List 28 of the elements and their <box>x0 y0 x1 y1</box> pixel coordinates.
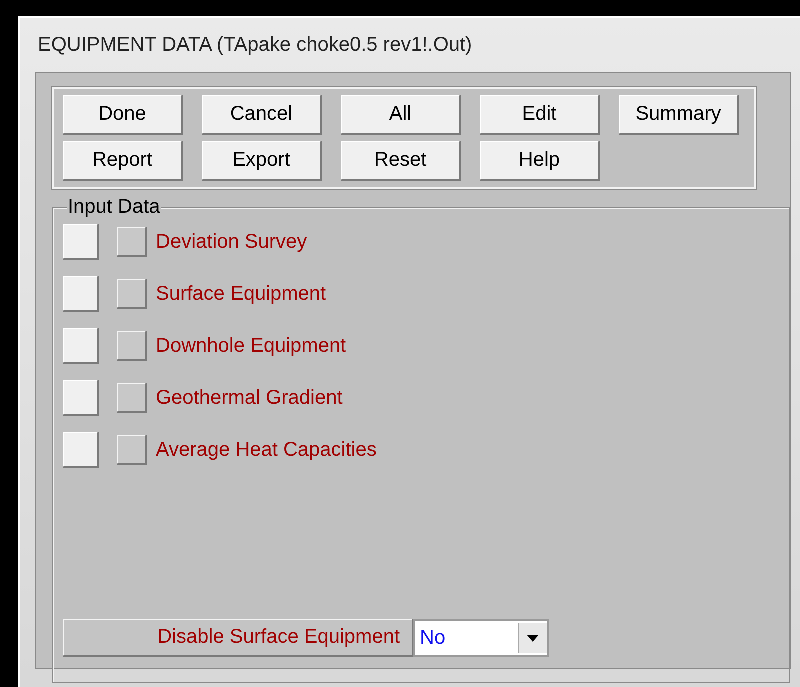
command-button[interactable]: Export <box>202 141 322 181</box>
command-button[interactable]: Cancel <box>202 95 322 135</box>
dropdown[interactable]: No <box>413 619 549 657</box>
item-label: Deviation Survey <box>156 230 308 254</box>
open-button[interactable] <box>63 380 99 416</box>
open-button[interactable] <box>63 224 99 260</box>
toggle-button[interactable] <box>117 331 147 361</box>
item-label: Average Heat Capacities <box>156 438 377 462</box>
window-title: EQUIPMENT DATA (TApake choke0.5 rev1!.Out) <box>37 32 474 58</box>
toggle-button[interactable] <box>117 279 147 309</box>
command-button[interactable]: All <box>341 95 461 135</box>
toggle-button[interactable] <box>117 227 147 257</box>
item-label: Downhole Equipment <box>156 334 346 358</box>
open-button[interactable] <box>63 276 99 312</box>
command-button[interactable]: Report <box>63 141 183 181</box>
open-button[interactable] <box>63 328 99 364</box>
item-label: Geothermal Gradient <box>156 386 343 410</box>
toggle-button[interactable] <box>117 435 147 465</box>
item-label: Surface Equipment <box>156 282 326 306</box>
field-label: Disable Surface Equipment <box>63 619 413 657</box>
open-button[interactable] <box>63 432 99 468</box>
command-button[interactable]: Summary <box>619 95 739 135</box>
command-button[interactable]: Edit <box>480 95 600 135</box>
command-button[interactable]: Help <box>480 141 600 181</box>
group-title: Input Data <box>67 196 162 218</box>
toggle-button[interactable] <box>117 383 147 413</box>
command-button[interactable]: Done <box>63 95 183 135</box>
command-button[interactable]: Reset <box>341 141 461 181</box>
